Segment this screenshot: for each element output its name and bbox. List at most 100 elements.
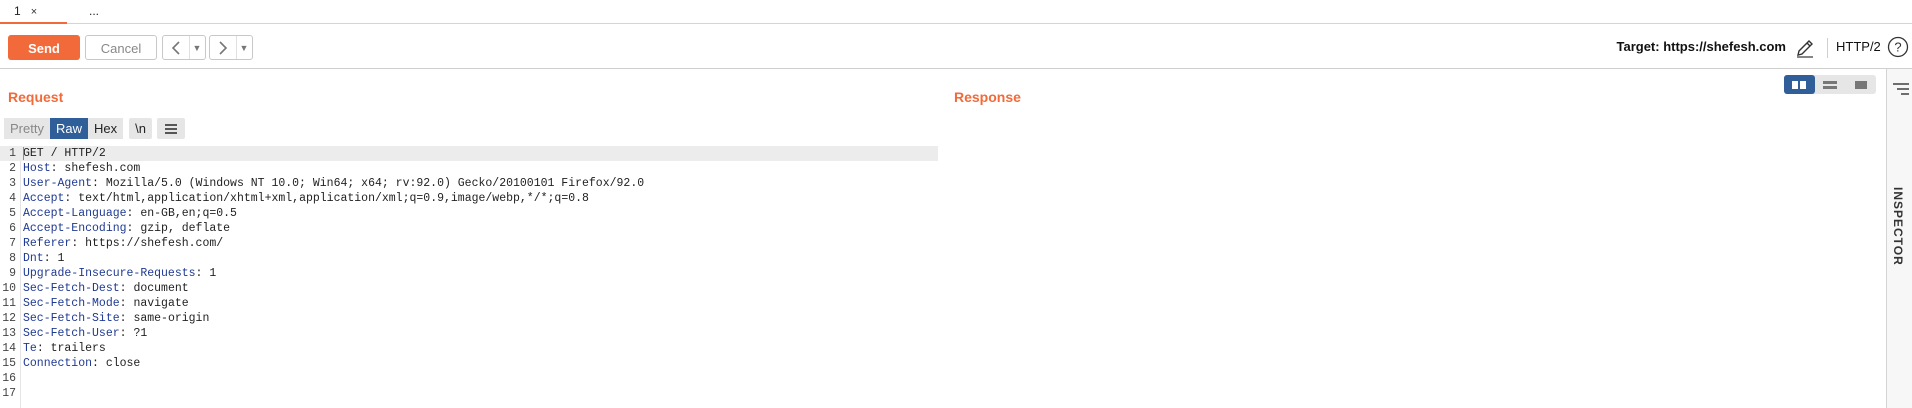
code-line[interactable]: 12 Sec-Fetch-Site: same-origin xyxy=(0,311,938,326)
single-panel-icon[interactable] xyxy=(1845,75,1876,94)
header-key: Host xyxy=(23,162,51,175)
code-line[interactable]: 10 Sec-Fetch-Dest: document xyxy=(0,281,938,296)
header-key: Accept xyxy=(23,192,65,205)
toolbar: Send Cancel ▼ ▼ Target: https://shefesh.… xyxy=(0,24,1912,69)
code-line[interactable]: 15 Connection: close xyxy=(0,356,938,371)
dropdown-icon[interactable]: ▼ xyxy=(189,36,204,59)
edit-pencil-icon[interactable] xyxy=(1794,37,1816,59)
toolbar-divider xyxy=(1827,38,1828,58)
header-value: gzip, deflate xyxy=(140,222,231,235)
header-key: Te xyxy=(23,342,37,355)
code-line[interactable]: 14 Te: trailers xyxy=(0,341,938,356)
line-number: 17 xyxy=(2,387,16,400)
line-number: 11 xyxy=(2,297,16,310)
split-horizontal-icon[interactable] xyxy=(1784,75,1815,94)
header-value: close xyxy=(105,357,141,370)
close-tab-icon[interactable]: × xyxy=(31,6,37,18)
inspector-label[interactable]: INSPECTOR xyxy=(1891,187,1905,266)
line-number: 2 xyxy=(9,162,16,175)
tab-bar: 1 × ... xyxy=(0,0,1912,24)
header-separator: : xyxy=(64,192,79,205)
menu-icon[interactable] xyxy=(156,118,185,139)
header-key: Accept-Language xyxy=(23,207,127,220)
code-line[interactable]: 13 Sec-Fetch-User: ?1 xyxy=(0,326,938,341)
header-value: ?1 xyxy=(133,327,148,340)
header-separator: : xyxy=(119,282,134,295)
header-value: Mozilla/5.0 (Windows NT 10.0; Win64; x64… xyxy=(105,177,645,190)
line-number: 10 xyxy=(2,282,16,295)
layout-toggle xyxy=(1784,75,1876,94)
header-key: Dnt xyxy=(23,252,44,265)
header-separator: : xyxy=(43,252,58,265)
header-value: https://shefesh.com/ xyxy=(85,237,224,250)
back-nav-group: ▼ xyxy=(162,35,206,60)
cancel-button[interactable]: Cancel xyxy=(85,35,157,60)
header-key: Upgrade-Insecure-Requests xyxy=(23,267,196,280)
code-line[interactable]: 3 User-Agent: Mozilla/5.0 (Windows NT 10.… xyxy=(0,176,938,191)
line-number: 14 xyxy=(2,342,16,355)
header-separator: : xyxy=(119,297,134,310)
header-value: navigate xyxy=(133,297,189,310)
code-line[interactable]: 11 Sec-Fetch-Mode: navigate xyxy=(0,296,938,311)
header-separator: : xyxy=(119,312,134,325)
forward-arrow-icon[interactable] xyxy=(210,36,236,59)
dropdown-icon[interactable]: ▼ xyxy=(236,36,251,59)
tab-1[interactable]: 1 × xyxy=(0,0,67,24)
tab-pretty[interactable]: Pretty xyxy=(4,118,50,139)
code-line[interactable]: 2 Host: shefesh.com xyxy=(0,161,938,176)
line-number: 3 xyxy=(9,177,16,190)
request-title: Request xyxy=(8,89,64,105)
line-number: 6 xyxy=(9,222,16,235)
inspector-icon[interactable] xyxy=(1892,81,1910,97)
code-line[interactable]: 7 Referer: https://shefesh.com/ xyxy=(0,236,938,251)
header-separator: : xyxy=(126,207,141,220)
line-number: 13 xyxy=(2,327,16,340)
header-key: Sec-Fetch-Mode xyxy=(23,297,120,310)
header-separator: : xyxy=(92,177,106,190)
text-cursor xyxy=(23,147,24,160)
header-value: en-GB,en;q=0.5 xyxy=(140,207,237,220)
code-line[interactable]: 5 Accept-Language: en-GB,en;q=0.5 xyxy=(0,206,938,221)
svg-text:?: ? xyxy=(1894,40,1901,55)
show-newlines-toggle[interactable]: \n xyxy=(129,118,152,139)
line-number: 9 xyxy=(9,267,16,280)
response-title: Response xyxy=(954,89,1021,105)
tab-raw[interactable]: Raw xyxy=(49,118,88,139)
line-number: 7 xyxy=(9,237,16,250)
forward-nav-group: ▼ xyxy=(209,35,253,60)
protocol-selector[interactable]: HTTP/2 xyxy=(1836,39,1881,54)
code-line[interactable]: 8 Dnt: 1 xyxy=(0,251,938,266)
code-line[interactable]: 9 Upgrade-Insecure-Requests: 1 xyxy=(0,266,938,281)
header-value: 1 xyxy=(57,252,65,265)
code-line[interactable]: 17 xyxy=(0,386,938,401)
request-editor[interactable]: 1 GET / HTTP/2 2 Host: shefesh.com 3 User-A… xyxy=(0,146,938,401)
header-separator: : xyxy=(50,162,65,175)
tab-label: 1 xyxy=(14,4,21,18)
new-tab[interactable]: ... xyxy=(67,0,121,24)
code-line[interactable]: 16 xyxy=(0,371,938,386)
header-key: User-Agent xyxy=(23,177,93,190)
code-line[interactable]: 4 Accept: text/html,application/xhtml+xml… xyxy=(0,191,938,206)
header-separator: : xyxy=(71,237,86,250)
line-number: 4 xyxy=(9,192,16,205)
code-line[interactable]: 1 GET / HTTP/2 xyxy=(0,146,938,161)
header-value: trailers xyxy=(50,342,106,355)
code-line[interactable]: 6 Accept-Encoding: gzip, deflate xyxy=(0,221,938,236)
header-key: Sec-Fetch-Site xyxy=(23,312,120,325)
line-number: 16 xyxy=(2,372,16,385)
header-key: Referer xyxy=(23,237,72,250)
header-key: Sec-Fetch-User xyxy=(23,327,120,340)
header-key: Connection xyxy=(23,357,93,370)
send-button[interactable]: Send xyxy=(8,35,80,60)
header-value: 1 xyxy=(209,267,217,280)
tab-hex[interactable]: Hex xyxy=(87,118,124,139)
request-editor-tabs: Pretty Raw Hex \n xyxy=(4,118,185,139)
help-icon[interactable]: ? xyxy=(1887,36,1909,58)
split-vertical-icon[interactable] xyxy=(1815,75,1846,94)
header-key: Sec-Fetch-Dest xyxy=(23,282,120,295)
header-separator: : xyxy=(126,222,141,235)
back-arrow-icon[interactable] xyxy=(163,36,189,59)
header-key: Accept-Encoding xyxy=(23,222,127,235)
line-number: 8 xyxy=(9,252,16,265)
inspector-sidebar[interactable]: INSPECTOR xyxy=(1886,69,1912,408)
